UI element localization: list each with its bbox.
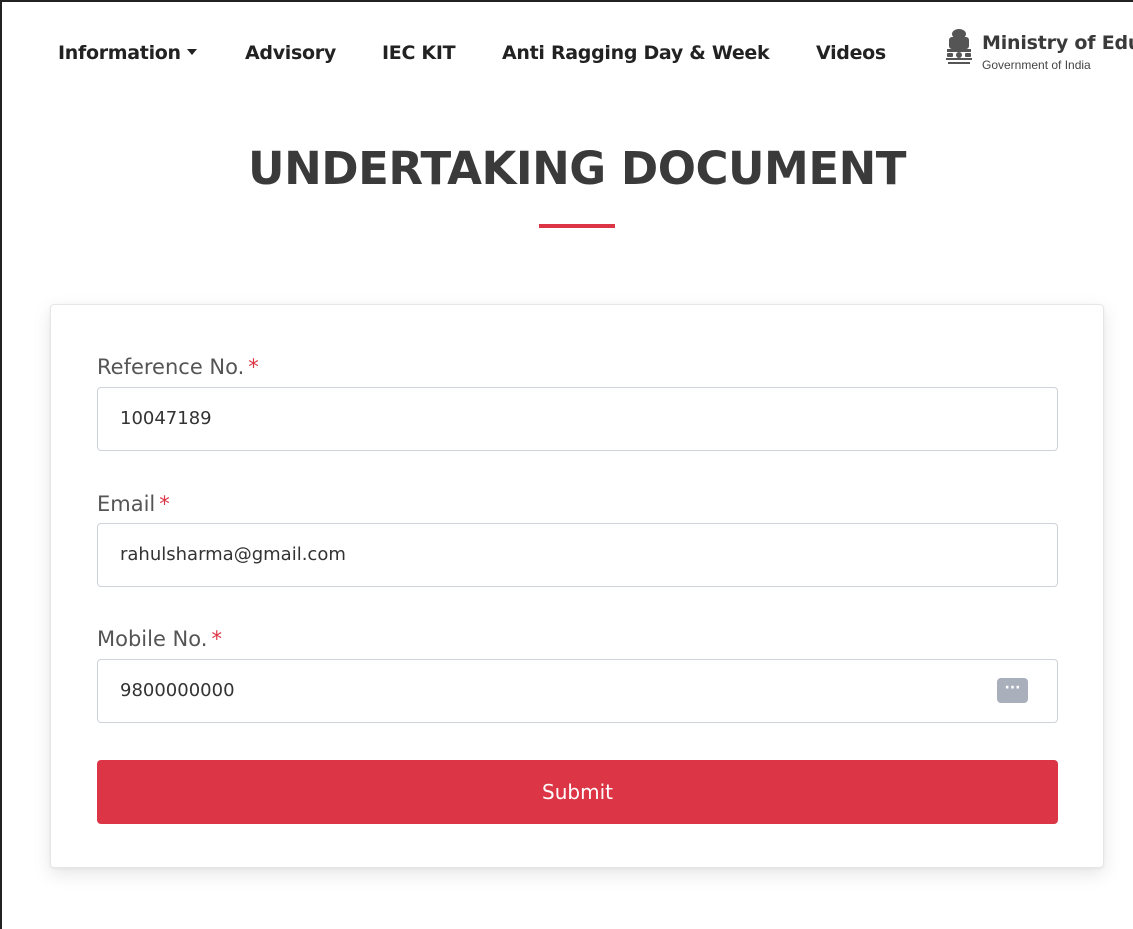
ministry-title: Ministry of Educ [982,32,1133,54]
ministry-subtitle: Government of India [982,58,1091,72]
required-mark: * [211,627,222,651]
nav-item-anti-ragging[interactable]: Anti Ragging Day & Week [502,42,770,64]
email-label-text: Email [97,492,156,516]
ministry-logo[interactable]: Ministry of Educ Government of India [942,28,1133,88]
mobile-input[interactable]: 9800000000 ··· [97,659,1058,723]
page-frame: Information Advisory IEC KIT Anti Raggin… [0,0,1133,929]
nav-item-label: Advisory [245,42,336,64]
nav-item-videos[interactable]: Videos [816,42,886,64]
nav-item-advisory[interactable]: Advisory [245,42,336,64]
email-label: Email * [97,492,170,516]
title-underline [539,224,615,228]
nav-item-information[interactable]: Information [58,42,197,64]
mobile-label: Mobile No. * [97,627,222,651]
submit-button[interactable]: Submit [97,760,1058,824]
required-mark: * [159,492,170,516]
reference-label: Reference No. * [97,355,259,379]
nav-item-label: Information [58,42,181,64]
nav-item-label: Videos [816,42,886,64]
nav-item-label: Anti Ragging Day & Week [502,42,770,64]
nav-item-iec-kit[interactable]: IEC KIT [382,42,456,64]
undertaking-form-card: Reference No. * 10047189 Email * rahulshar… [50,304,1104,868]
nav-item-label: IEC KIT [382,42,456,64]
mobile-label-text: Mobile No. [97,627,208,651]
email-input[interactable]: rahulsharma@gmail.com [97,523,1058,587]
mobile-value: 9800000000 [120,680,235,701]
autofill-dots-icon[interactable]: ··· [997,678,1028,703]
required-mark: * [248,355,259,379]
email-value: rahulsharma@gmail.com [120,544,346,565]
reference-value: 10047189 [120,408,212,429]
reference-input[interactable]: 10047189 [97,387,1058,451]
top-nav: Information Advisory IEC KIT Anti Raggin… [2,2,1133,102]
caret-down-icon [186,48,197,55]
national-emblem-icon [946,29,972,64]
page-title: UNDERTAKING DOCUMENT [248,142,906,195]
reference-label-text: Reference No. [97,355,245,379]
